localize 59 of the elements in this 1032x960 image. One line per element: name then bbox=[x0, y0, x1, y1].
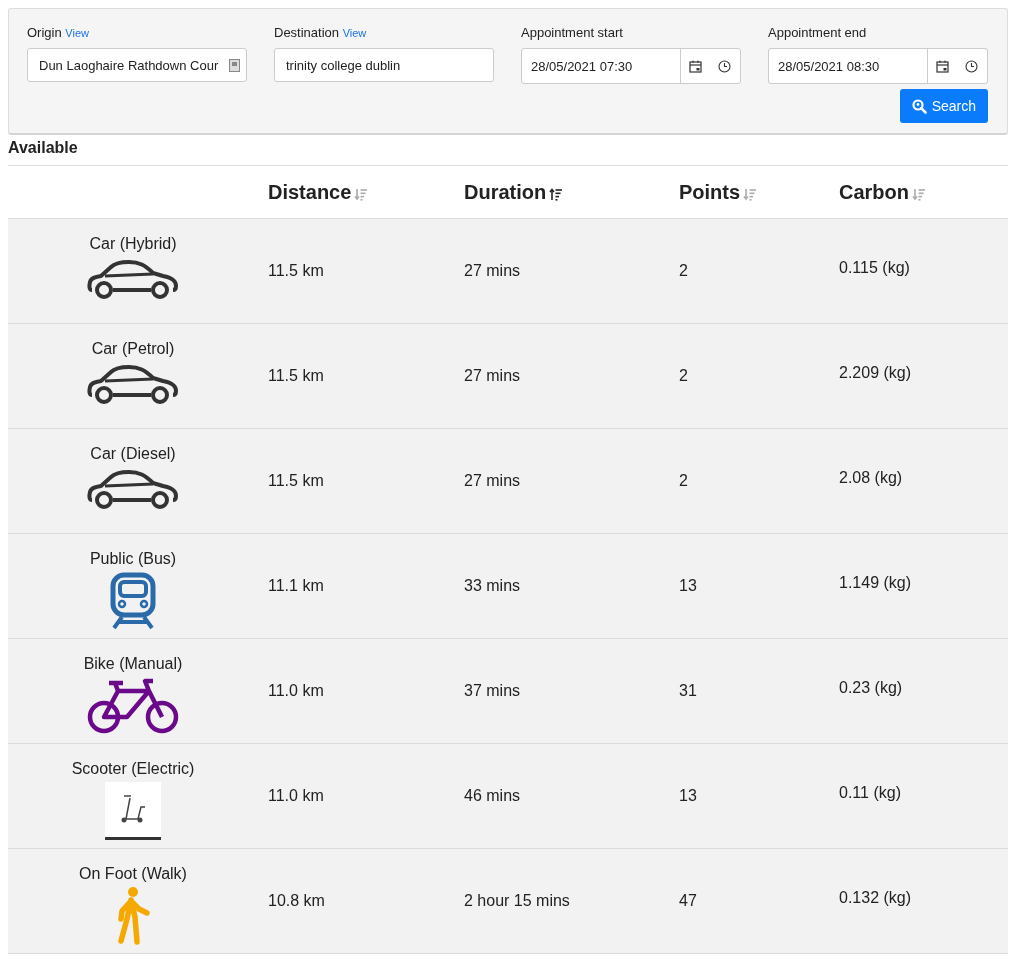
sort-icon[interactable] bbox=[549, 187, 564, 201]
table-cell: 2.209 (kg) bbox=[839, 364, 912, 382]
mode-label: Public (Bus) bbox=[89, 550, 177, 568]
table-cell: 27 mins bbox=[464, 367, 521, 385]
car-icon bbox=[87, 257, 179, 301]
mode-label: Bike (Manual) bbox=[83, 655, 183, 673]
table-cell: 1.149 (kg) bbox=[839, 574, 912, 592]
table-cell: 47 bbox=[679, 892, 697, 910]
car-icon bbox=[87, 362, 179, 406]
field-label: Destination bbox=[274, 25, 340, 40]
section-title: Available bbox=[8, 135, 1008, 166]
table-cell: 11.0 km bbox=[268, 682, 324, 700]
table-cell: 2 bbox=[679, 472, 688, 490]
mode-label: Car (Diesel) bbox=[90, 445, 176, 463]
table-cell: 13 bbox=[679, 787, 697, 805]
scooter-photo bbox=[105, 782, 161, 840]
field-label: Origin bbox=[27, 25, 62, 40]
destination-field[interactable]: trinity college dublin bbox=[274, 48, 494, 82]
mode-label: Car (Petrol) bbox=[91, 340, 175, 358]
table-cell: 0.11 (kg) bbox=[839, 784, 901, 802]
column-header[interactable]: Points bbox=[679, 180, 741, 204]
car-icon bbox=[87, 467, 179, 511]
table-cell: 33 mins bbox=[464, 577, 521, 595]
table-cell: 27 mins bbox=[464, 262, 521, 280]
table-cell: 31 bbox=[679, 682, 697, 700]
table-cell: 10.8 km bbox=[268, 892, 325, 910]
table-cell: 11.5 km bbox=[268, 472, 324, 490]
column-header[interactable]: Duration bbox=[464, 180, 547, 204]
table-cell: 11.5 km bbox=[268, 367, 324, 385]
table-cell: 11.1 km bbox=[268, 577, 324, 595]
mode-label: On Foot (Walk) bbox=[79, 865, 187, 883]
table-cell: 11.0 km bbox=[268, 787, 324, 805]
table-cell: 37 mins bbox=[464, 682, 521, 700]
table-cell: 2 bbox=[679, 262, 688, 280]
table-cell: 13 bbox=[679, 577, 697, 595]
mode-label: Car (Hybrid) bbox=[89, 235, 177, 253]
table-cell: 2 hour 15 mins bbox=[464, 892, 570, 910]
view-link[interactable]: View bbox=[65, 27, 89, 39]
table-cell: 11.5 km bbox=[268, 262, 324, 280]
field-label: Appointment end bbox=[768, 25, 867, 40]
field-label: Appointment start bbox=[521, 25, 623, 40]
column-header[interactable]: Carbon bbox=[839, 180, 909, 204]
train-icon bbox=[110, 572, 156, 630]
table-cell: 0.132 (kg) bbox=[839, 889, 912, 907]
mode-label: Scooter (Electric) bbox=[71, 760, 195, 778]
search-button[interactable]: Search bbox=[899, 89, 988, 123]
table-cell: 0.115 (kg) bbox=[839, 259, 910, 277]
search-icon bbox=[911, 98, 927, 114]
column-header[interactable]: Distance bbox=[268, 180, 352, 204]
table-cell: 46 mins bbox=[464, 787, 521, 805]
table-cell: 27 mins bbox=[464, 472, 521, 490]
origin-field[interactable]: Dun Laoghaire Rathdown Cour bbox=[27, 48, 247, 82]
view-link[interactable]: View bbox=[342, 27, 367, 39]
pedestrian-icon bbox=[115, 887, 151, 945]
table-cell: 2.08 (kg) bbox=[839, 469, 903, 487]
contact-card-icon bbox=[229, 58, 240, 72]
table-cell: 2 bbox=[679, 367, 688, 385]
bicycle-icon bbox=[87, 677, 179, 735]
table-cell: 0.23 (kg) bbox=[839, 679, 903, 697]
